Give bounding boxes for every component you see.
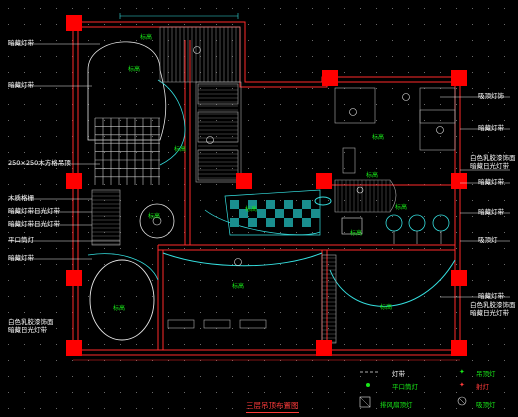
legend-label-5: 射灯 (476, 383, 489, 391)
legend-label-3: 排风扇顶灯 (380, 401, 413, 409)
label-right-10: 暗藏日光灯带 (470, 309, 509, 317)
room-tag: 标高 (350, 230, 363, 237)
svg-text:✦: ✦ (459, 381, 465, 389)
drawing-title: 三层吊顶布置图 (246, 400, 299, 413)
room-tag: 标高 (113, 305, 126, 312)
room-tag: 标高 (174, 146, 187, 153)
label-left-9: 白色乳胶漆饰面 (8, 318, 54, 326)
label-right-7: 吸顶灯 (478, 236, 498, 244)
label-right-6: 暗藏灯带 (478, 208, 504, 216)
label-left-1: 暗藏灯带 (8, 39, 34, 47)
label-left-3: 250×250木方格吊顶 (8, 159, 71, 167)
ceiling-plan: ✦ ✦ (0, 0, 518, 417)
room-tag: 标高 (245, 206, 258, 213)
label-right-9: 白色乳胶漆饰面 (470, 301, 516, 309)
label-right-1: 吸顶灯饰 (478, 92, 504, 100)
label-left-6: 暗藏灯带日光灯带 (8, 220, 60, 228)
label-left-8: 暗藏灯带 (8, 254, 34, 262)
label-left-2: 暗藏灯带 (8, 81, 34, 89)
label-left-5: 暗藏灯带日光灯带 (8, 207, 60, 215)
legend-label-1: 灯带 (392, 370, 405, 378)
room-tag: 标高 (380, 304, 393, 311)
label-left-10: 暗藏日光灯带 (8, 326, 47, 334)
label-right-8: 暗藏灯带 (478, 292, 504, 300)
legend-label-4: 吊顶灯 (476, 370, 496, 378)
legend-label-6: 吸顶灯 (476, 401, 496, 409)
legend-label-2: 平口筒灯 (392, 383, 418, 391)
label-right-2: 暗藏灯带 (478, 124, 504, 132)
room-tag: 标高 (372, 134, 385, 141)
room-tag: 标高 (232, 283, 245, 290)
room-tag: 标高 (140, 34, 153, 41)
room-tag: 标高 (128, 66, 141, 73)
label-right-4: 暗藏日光灯带 (470, 162, 509, 170)
label-right-3: 白色乳胶漆饰面 (470, 154, 516, 162)
svg-text:✦: ✦ (459, 368, 465, 376)
label-left-4: 木质格栅 (8, 194, 34, 202)
room-tag: 标高 (366, 172, 379, 179)
label-right-5: 暗藏灯带 (478, 178, 504, 186)
room-tag: 标高 (148, 213, 161, 220)
room-tag: 标高 (395, 204, 408, 211)
label-left-7: 平口筒灯 (8, 236, 34, 244)
